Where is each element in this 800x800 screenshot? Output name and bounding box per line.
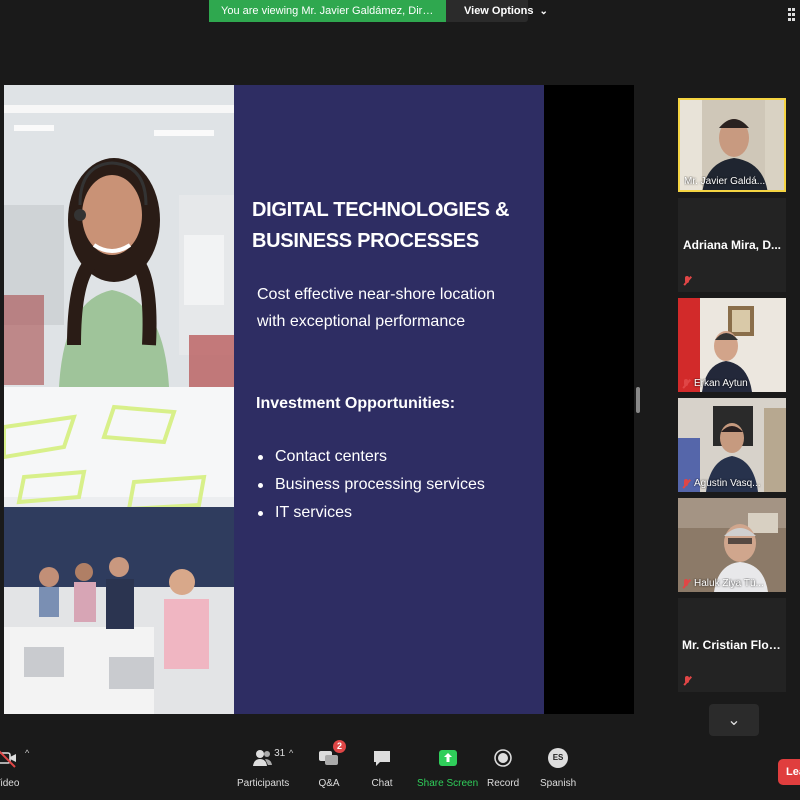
stop-video-button[interactable]: Video — [0, 746, 19, 789]
participant-tile[interactable]: Haluk Ziya Tü... — [678, 498, 786, 592]
participant-name-text: Haluk Ziya Tü... — [694, 578, 764, 589]
view-options-label: View Options — [464, 5, 534, 17]
agent-photo-illustration — [4, 85, 234, 387]
slide-subtitle: Cost effective near-shore location with … — [257, 286, 496, 330]
participant-name: Erkan Aytun — [682, 378, 748, 389]
participants-options-caret[interactable]: ^ — [289, 748, 293, 758]
participants-label: Participants — [237, 778, 290, 789]
participants-video-panel: Mr. Javier Galdá... Adriana Mira, D... E… — [678, 98, 790, 698]
bullet-icon — [258, 510, 263, 516]
mic-muted-icon — [683, 276, 691, 286]
participants-button[interactable]: 31 Participants — [237, 746, 289, 789]
zoom-meeting-window: You are viewing Mr. Javier Galdámez, Dir… — [0, 0, 800, 800]
language-interpretation-button[interactable]: ES Spanish — [540, 746, 576, 789]
participant-name: Haluk Ziya Tü... — [682, 578, 764, 589]
video-label: Video — [0, 778, 20, 789]
participants-count: 31 — [274, 748, 286, 759]
participant-name-text: Erkan Aytun — [694, 378, 748, 389]
call-center-agent-photo — [4, 85, 234, 387]
shared-screen: DIGITAL TECHNOLOGIES & BUSINESS PROCESSE… — [4, 85, 634, 714]
chat-label: Chat — [371, 778, 393, 789]
record-icon — [492, 746, 514, 770]
investment-list: Contact centers Business processing serv… — [258, 443, 485, 527]
meeting-toolbar: Video ^ 31 Participants ^ — [0, 740, 800, 800]
record-button[interactable]: Record — [487, 746, 519, 789]
mic-muted-icon — [683, 676, 691, 686]
mic-muted-icon — [682, 378, 690, 389]
chat-icon — [371, 746, 393, 770]
screen-share-banner: You are viewing Mr. Javier Galdámez, Dir… — [209, 0, 548, 22]
slide-content: DIGITAL TECHNOLOGIES & BUSINESS PROCESSE… — [234, 85, 544, 714]
leave-button[interactable]: Leave — [778, 759, 800, 785]
slide-margin — [544, 85, 634, 714]
gallery-view-icon[interactable] — [788, 8, 798, 22]
participant-name: Mr. Javier Galdá... — [684, 176, 766, 187]
participant-name: Agustin Vasq... — [682, 478, 761, 489]
list-item-text: Business processing services — [275, 476, 485, 493]
chevron-down-icon: ⌄ — [539, 6, 548, 17]
investment-heading: Investment Opportunities: — [256, 395, 456, 412]
participant-tile[interactable]: Mr. Javier Galdá... — [678, 98, 786, 192]
viewing-screen-label: You are viewing Mr. Javier Galdámez, Dir… — [209, 0, 446, 22]
participant-name: Mr. Cristian Flor... — [682, 638, 783, 652]
chat-button[interactable]: Chat — [371, 746, 393, 789]
share-screen-label: Share Screen — [417, 778, 479, 789]
participant-tile[interactable]: Adriana Mira, D... — [678, 198, 786, 292]
slide-title-line-1: DIGITAL TECHNOLOGIES & — [252, 199, 510, 221]
chevron-down-icon: ⌄ — [727, 712, 741, 729]
qa-button[interactable]: 2 Q&A — [318, 740, 346, 789]
list-item: Business processing services — [258, 471, 485, 499]
language-label: Spanish — [540, 778, 577, 789]
participant-tile[interactable]: Erkan Aytun — [678, 298, 786, 392]
participant-name: Adriana Mira, D... — [682, 238, 782, 252]
mic-muted-icon — [682, 478, 690, 489]
share-screen-button[interactable]: Share Screen — [417, 746, 478, 789]
bullet-icon — [258, 454, 263, 460]
view-options-button[interactable]: View Options ⌄ — [446, 0, 548, 22]
scroll-down-button[interactable]: ⌄ — [709, 704, 759, 736]
slide-photos — [4, 85, 234, 714]
share-screen-icon — [437, 746, 459, 770]
qa-icon: 2 — [318, 740, 346, 770]
participants-icon: 31 — [252, 746, 285, 770]
participant-tile[interactable]: Agustin Vasq... — [678, 398, 786, 492]
slide-title: DIGITAL TECHNOLOGIES & BUSINESS PROCESSE… — [252, 195, 532, 257]
list-item: Contact centers — [258, 443, 485, 471]
qa-badge: 2 — [333, 740, 346, 753]
record-label: Record — [487, 778, 520, 789]
participant-name-text: Agustin Vasq... — [694, 478, 761, 489]
participant-tile[interactable]: Mr. Cristian Flor... — [678, 598, 786, 692]
qa-label: Q&A — [318, 778, 340, 789]
list-item: IT services — [258, 499, 485, 527]
language-icon: ES — [547, 746, 569, 770]
slide-title-line-2: BUSINESS PROCESSES — [252, 230, 479, 252]
video-off-icon — [0, 746, 18, 770]
video-options-caret[interactable]: ^ — [25, 748, 29, 758]
office-workers-photo — [4, 387, 234, 714]
panel-resize-handle[interactable] — [636, 387, 640, 413]
bullet-icon — [258, 482, 263, 488]
list-item-text: IT services — [275, 504, 353, 521]
language-code: ES — [548, 748, 569, 768]
list-item-text: Contact centers — [275, 448, 388, 465]
office-photo-illustration — [4, 387, 234, 714]
mic-muted-icon — [682, 578, 690, 589]
